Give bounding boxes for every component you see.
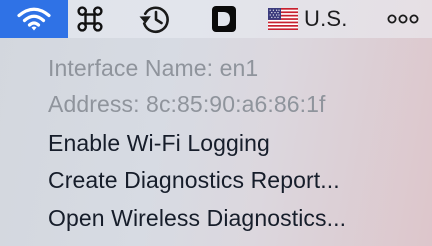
time-machine-icon	[139, 6, 169, 34]
d-app-icon	[212, 6, 236, 32]
input-source-menu-extra[interactable]: U.S.	[268, 0, 378, 38]
command-menu-extra[interactable]	[70, 0, 110, 38]
address-info: Address: 8c:85:90:a6:86:1f	[48, 91, 326, 117]
input-source-label: U.S.	[304, 6, 348, 31]
interface-name-info: Interface Name: en1	[48, 55, 259, 81]
us-flag-icon	[268, 8, 298, 30]
wifi-dropdown-menu: Interface Name: en1 Address: 8c:85:90:a6…	[0, 38, 432, 246]
more-menu-extra[interactable]	[378, 0, 428, 38]
create-diagnostics-report-item[interactable]: Create Diagnostics Report...	[48, 163, 340, 197]
wifi-icon	[17, 7, 51, 31]
menu-bar: U.S.	[0, 0, 432, 38]
time-machine-menu-extra[interactable]	[132, 0, 180, 38]
command-key-icon	[77, 6, 103, 32]
wifi-menu-extra[interactable]	[0, 0, 68, 38]
enable-wifi-logging-item[interactable]: Enable Wi-Fi Logging	[48, 126, 270, 160]
open-wireless-diagnostics-item[interactable]: Open Wireless Diagnostics...	[48, 201, 346, 235]
d-app-menu-extra[interactable]	[206, 0, 242, 38]
more-dots-icon	[387, 14, 419, 24]
